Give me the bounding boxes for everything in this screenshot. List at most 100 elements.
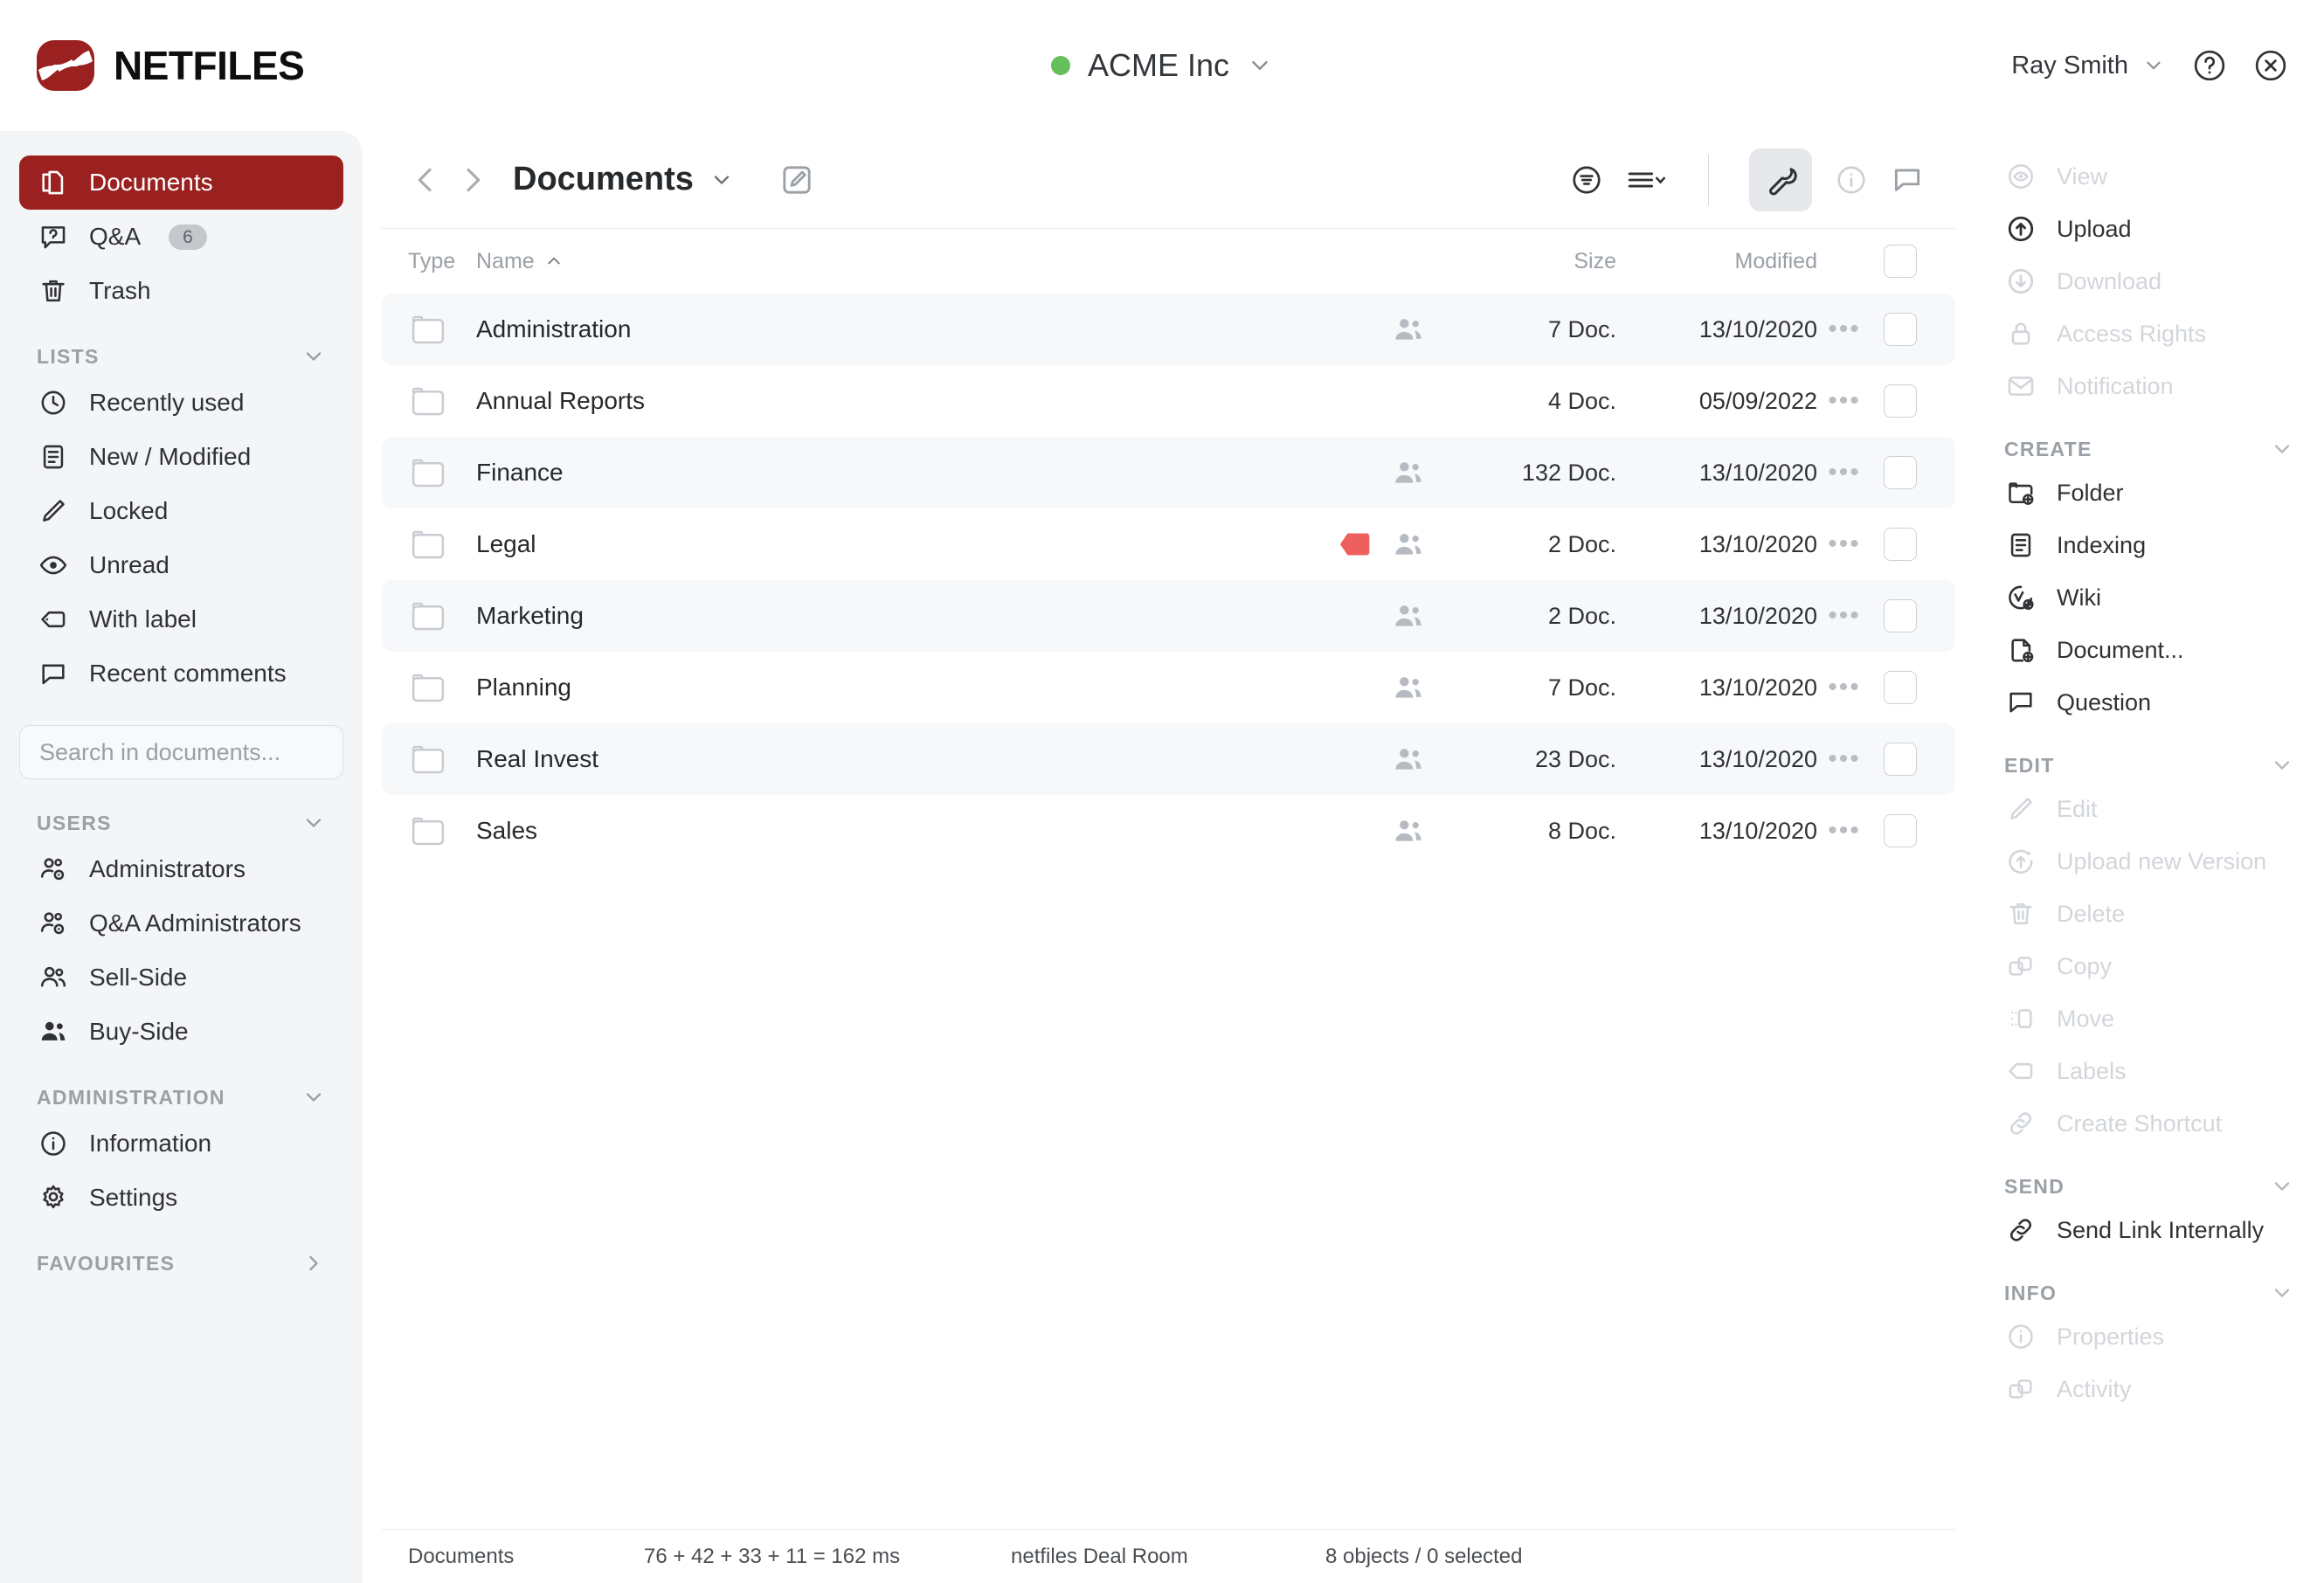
sidebar-item-sell-side[interactable]: Sell-Side: [19, 950, 343, 1005]
group-title: LISTS: [37, 344, 100, 368]
user-menu[interactable]: Ray Smith: [2011, 52, 2165, 80]
list-view-icon[interactable]: [1626, 165, 1668, 195]
toolbar-divider: [1707, 154, 1709, 205]
edit-square-icon[interactable]: [779, 162, 814, 197]
chevron-down-icon: [2270, 1281, 2294, 1305]
sidebar-group-administration[interactable]: ADMINISTRATION: [37, 1085, 326, 1109]
column-header-size[interactable]: Size: [1442, 249, 1616, 274]
row-name-cell[interactable]: Planning: [476, 674, 1267, 702]
sidebar-group-users[interactable]: USERS: [37, 811, 326, 835]
row-name-cell[interactable]: Real Invest: [476, 745, 1267, 773]
row-more-button[interactable]: •••: [1817, 674, 1871, 701]
table-row[interactable]: Marketing 2 Doc. 13/10/2020 •••: [382, 580, 1955, 652]
action-folder[interactable]: Folder: [1975, 467, 2324, 519]
table-row[interactable]: Administration 7 Doc. 13/10/2020 •••: [382, 294, 1955, 365]
sidebar-group-lists[interactable]: LISTS: [37, 344, 326, 369]
row-checkbox[interactable]: [1884, 313, 1917, 346]
row-more-button[interactable]: •••: [1817, 603, 1871, 629]
sidebar-item-qa[interactable]: Q&A 6: [19, 210, 343, 264]
search-box[interactable]: [19, 725, 343, 779]
table-row[interactable]: Planning 7 Doc. 13/10/2020 •••: [382, 652, 1955, 723]
chevron-right-icon[interactable]: [455, 162, 490, 197]
row-checkbox[interactable]: [1884, 384, 1917, 418]
action-properties: Properties: [1975, 1310, 2324, 1363]
row-name-cell[interactable]: Annual Reports: [476, 387, 1267, 415]
row-name: Legal: [476, 530, 536, 557]
action-upload[interactable]: Upload: [1975, 203, 2324, 255]
row-checkbox[interactable]: [1884, 528, 1917, 561]
row-more-button[interactable]: •••: [1817, 746, 1871, 772]
row-name-cell[interactable]: Legal: [476, 530, 1267, 558]
sidebar-item-information[interactable]: Information: [19, 1116, 343, 1171]
row-name-cell[interactable]: Finance: [476, 459, 1267, 487]
action-section-send[interactable]: SEND: [1975, 1174, 2324, 1199]
column-header-modified[interactable]: Modified: [1616, 249, 1818, 274]
action-copy: Copy: [1975, 940, 2324, 992]
close-circle-icon[interactable]: [2254, 49, 2287, 82]
sidebar-item-recent-comments[interactable]: Recent comments: [19, 646, 343, 701]
sidebar-item-buy-side[interactable]: Buy-Side: [19, 1005, 343, 1059]
sidebar-item-qa-administrators[interactable]: Q&A Administrators: [19, 896, 343, 950]
deal-room-selector[interactable]: ACME Inc: [1050, 47, 1273, 84]
action-download: Download: [1975, 255, 2324, 308]
row-modified: 13/10/2020: [1698, 459, 1817, 486]
row-more-button[interactable]: •••: [1817, 316, 1871, 342]
row-checkbox[interactable]: [1884, 814, 1917, 847]
users-outline-icon: [37, 961, 70, 994]
select-all-checkbox[interactable]: [1884, 245, 1917, 278]
label-tag[interactable]: [1338, 532, 1372, 556]
help-circle-icon[interactable]: [2193, 49, 2226, 82]
row-more-button[interactable]: •••: [1817, 388, 1871, 414]
chevron-left-icon[interactable]: [408, 162, 443, 197]
sidebar-item-unread[interactable]: Unread: [19, 538, 343, 592]
row-size: 2 Doc.: [1547, 602, 1616, 629]
row-checkbox[interactable]: [1884, 599, 1917, 633]
row-size: 2 Doc.: [1547, 530, 1616, 557]
action-section-info[interactable]: INFO: [1975, 1281, 2324, 1305]
row-name-cell[interactable]: Marketing: [476, 602, 1267, 630]
row-more-button[interactable]: •••: [1817, 531, 1871, 557]
chevron-right-icon: [301, 1251, 326, 1275]
row-checkbox[interactable]: [1884, 671, 1917, 704]
action-question[interactable]: Question: [1975, 676, 2324, 729]
sidebar-item-documents[interactable]: Documents: [19, 156, 343, 210]
sidebar-item-recently-used[interactable]: Recently used: [19, 376, 343, 430]
row-checkbox[interactable]: [1884, 456, 1917, 489]
sidebar-item-with-label[interactable]: With label: [19, 592, 343, 646]
info-circle-icon[interactable]: [1835, 163, 1868, 197]
action-wiki[interactable]: Wiki: [1975, 571, 2324, 624]
table-row[interactable]: Sales 8 Doc. 13/10/2020 •••: [382, 795, 1955, 867]
action-document[interactable]: Document...: [1975, 624, 2324, 676]
row-checkbox[interactable]: [1884, 743, 1917, 776]
comment-icon[interactable]: [1891, 163, 1924, 197]
row-select-cell: [1871, 599, 1929, 633]
table-row[interactable]: Annual Reports 4 Doc. 05/09/2022 •••: [382, 365, 1955, 437]
sidebar-group-favourites[interactable]: FAVOURITES: [37, 1251, 326, 1275]
action-section-edit[interactable]: EDIT: [1975, 753, 2324, 778]
table-row[interactable]: Real Invest 23 Doc. 13/10/2020 •••: [382, 723, 1955, 795]
sidebar-item-settings[interactable]: Settings: [19, 1171, 343, 1225]
row-more-button[interactable]: •••: [1817, 818, 1871, 844]
column-header-type[interactable]: Type: [408, 249, 476, 274]
tools-wrench-button[interactable]: [1749, 148, 1812, 211]
table-row[interactable]: Finance 132 Doc. 13/10/2020 •••: [382, 437, 1955, 508]
row-more-button[interactable]: •••: [1817, 460, 1871, 486]
row-type-icon: [408, 811, 476, 851]
sidebar-item-administrators[interactable]: Administrators: [19, 842, 343, 896]
action-indexing[interactable]: Indexing: [1975, 519, 2324, 571]
row-name-cell[interactable]: Administration: [476, 315, 1267, 343]
row-name-cell[interactable]: Sales: [476, 817, 1267, 845]
search-input[interactable]: [39, 738, 323, 766]
sidebar-item-trash[interactable]: Trash: [19, 264, 343, 318]
sidebar-item-new-modified[interactable]: New / Modified: [19, 430, 343, 484]
sidebar: Documents Q&A 6 Trash LISTS Recently use…: [0, 131, 363, 1583]
column-header-name[interactable]: Name: [476, 249, 1267, 274]
filter-circle-icon[interactable]: [1570, 163, 1603, 197]
table-row[interactable]: Legal 2 Doc. 13/10/2020 •••: [382, 508, 1955, 580]
sidebar-label: Q&A: [89, 223, 142, 250]
brand-logo[interactable]: NETFILES: [0, 40, 305, 91]
action-section-create[interactable]: CREATE: [1975, 437, 2324, 461]
action-send-link-internally[interactable]: Send Link Internally: [1975, 1204, 2324, 1256]
breadcrumb[interactable]: Documents: [513, 161, 734, 198]
sidebar-item-locked[interactable]: Locked: [19, 484, 343, 538]
